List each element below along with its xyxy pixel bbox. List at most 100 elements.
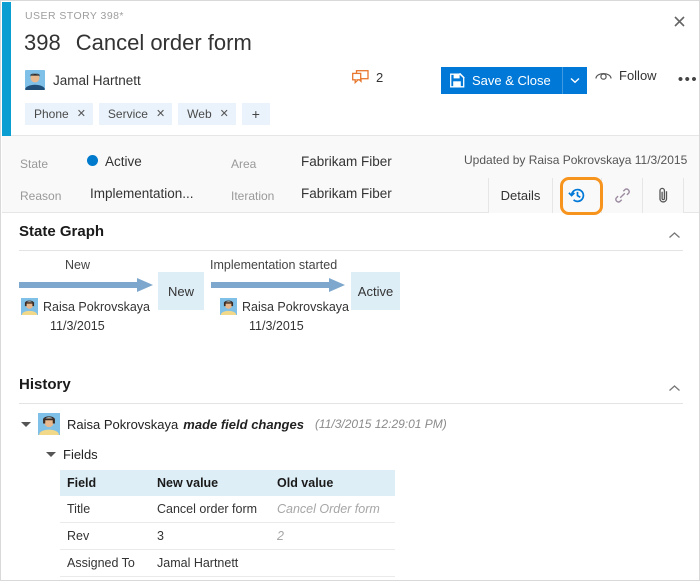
state-node-new: New: [158, 272, 204, 310]
discussion-count-button[interactable]: 2: [352, 70, 383, 85]
state-graph: New Raisa Pokrovskaya 11/3/2015 New Impl…: [1, 256, 700, 356]
work-item-type-label: USER STORY 398*: [25, 10, 124, 22]
history-author: Raisa Pokrovskaya: [67, 417, 178, 432]
follow-label: Follow: [619, 68, 657, 83]
cell-field: Assigned To: [60, 550, 150, 577]
history-section-header: History: [19, 376, 683, 404]
expand-collapse-triangle-icon[interactable]: [21, 422, 31, 427]
cell-new-value: 3: [150, 523, 270, 550]
work-item-color-bar: [2, 2, 11, 136]
tab-details-label: Details: [501, 188, 541, 203]
discussion-count: 2: [376, 70, 383, 85]
remove-tag-icon[interactable]: ✕: [77, 109, 86, 120]
cell-old-value: 2: [270, 523, 395, 550]
updated-by-text: Updated by Raisa Pokrovskaya 11/3/2015: [464, 153, 687, 167]
cell-old-value: Cancel Order form: [270, 496, 395, 523]
cell-field: Title: [60, 496, 150, 523]
cell-new-value: Jamal Hartnett: [150, 550, 270, 577]
state-value[interactable]: Active: [105, 154, 142, 169]
history-title: History: [19, 376, 71, 393]
column-header-new-value: New value: [150, 470, 270, 496]
cell-old-value: [270, 550, 395, 577]
state-graph-title: State Graph: [19, 223, 104, 240]
table-header-row: Field New value Old value: [60, 470, 395, 496]
work-item-dialog: USER STORY 398* 398 Cancel order form Ja…: [0, 0, 700, 581]
save-icon: [450, 73, 465, 88]
add-tag-button[interactable]: +: [242, 103, 270, 125]
reason-label: Reason: [20, 189, 61, 203]
column-header-old-value: Old value: [270, 470, 395, 496]
tag-phone[interactable]: Phone ✕: [25, 103, 93, 125]
avatar: [38, 413, 60, 435]
history-action: made field changes: [183, 417, 304, 432]
tab-links[interactable]: [601, 178, 642, 213]
history-icon: [568, 186, 587, 205]
state-label: State: [20, 157, 48, 171]
remove-tag-icon[interactable]: ✕: [156, 109, 165, 120]
column-header-field: Field: [60, 470, 150, 496]
history-fields-group-label: Fields: [63, 447, 98, 462]
field-changes-table: Field New value Old value Title Cancel o…: [60, 470, 395, 577]
state-node-new-label: New: [168, 284, 194, 299]
transition-1-person-name: Raisa Pokrovskaya: [43, 300, 150, 314]
transition-1-person: Raisa Pokrovskaya: [21, 298, 150, 315]
tag-label: Web: [187, 107, 211, 121]
transition-2-arrow: [211, 278, 345, 292]
tab-details[interactable]: Details: [488, 178, 552, 213]
avatar: [220, 298, 237, 315]
history-entry: Raisa Pokrovskaya made field changes (11…: [21, 413, 447, 435]
transition-1-arrow: [19, 278, 153, 292]
state-node-active-label: Active: [358, 284, 393, 299]
chevron-up-icon[interactable]: [668, 227, 681, 245]
paperclip-icon: [656, 187, 671, 204]
assignee-name: Jamal Hartnett: [53, 73, 141, 88]
comment-icon: [352, 70, 369, 85]
tag-label: Phone: [34, 107, 69, 121]
tag-service[interactable]: Service ✕: [99, 103, 172, 125]
close-icon[interactable]: [664, 7, 694, 35]
transition-2-label: Implementation started: [210, 258, 337, 272]
form-tabs: Details: [488, 178, 684, 213]
more-actions-button[interactable]: •••: [677, 70, 699, 90]
cell-field: Rev: [60, 523, 150, 550]
history-timestamp: (11/3/2015 12:29:01 PM): [315, 417, 447, 431]
transition-1-label: New: [65, 258, 90, 272]
avatar: [21, 298, 38, 315]
tag-label: Service: [108, 107, 148, 121]
tab-attachments[interactable]: [642, 178, 684, 213]
state-color-dot: [87, 155, 98, 166]
tags-row: Phone ✕ Service ✕ Web ✕ +: [25, 103, 270, 125]
area-value[interactable]: Fabrikam Fiber: [301, 154, 392, 169]
save-and-close-group: Save & Close: [441, 67, 587, 94]
assignee-row[interactable]: Jamal Hartnett: [25, 70, 141, 90]
work-item-title[interactable]: Cancel order form: [76, 30, 252, 56]
title-row: 398 Cancel order form: [24, 30, 252, 56]
transition-2-person-name: Raisa Pokrovskaya: [242, 300, 349, 314]
expand-collapse-triangle-icon[interactable]: [46, 452, 56, 457]
work-item-header: USER STORY 398* 398 Cancel order form Ja…: [11, 2, 700, 136]
save-and-close-label: Save & Close: [472, 73, 551, 88]
table-row: Rev 3 2: [60, 523, 395, 550]
state-graph-section-header: State Graph: [19, 223, 683, 251]
transition-2-date: 11/3/2015: [249, 319, 304, 333]
follow-button[interactable]: Follow: [595, 68, 657, 83]
state-node-active: Active: [351, 272, 400, 310]
save-options-chevron-down-icon[interactable]: [562, 67, 587, 94]
tag-web[interactable]: Web ✕: [178, 103, 236, 125]
table-row: Title Cancel order form Cancel Order for…: [60, 496, 395, 523]
follow-eye-icon: [595, 69, 612, 82]
tab-history[interactable]: [552, 178, 601, 213]
history-fields-group[interactable]: Fields: [46, 447, 98, 462]
table-row: Assigned To Jamal Hartnett: [60, 550, 395, 577]
iteration-value[interactable]: Fabrikam Fiber: [301, 186, 392, 201]
reason-value[interactable]: Implementation...: [90, 186, 194, 201]
area-label: Area: [231, 157, 256, 171]
link-icon: [614, 187, 631, 204]
save-and-close-button[interactable]: Save & Close: [441, 67, 562, 94]
transition-2-person: Raisa Pokrovskaya: [220, 298, 349, 315]
chevron-up-icon[interactable]: [668, 380, 681, 398]
iteration-label: Iteration: [231, 189, 274, 203]
remove-tag-icon[interactable]: ✕: [220, 109, 229, 120]
work-item-id: 398: [24, 30, 61, 56]
cell-new-value: Cancel order form: [150, 496, 270, 523]
